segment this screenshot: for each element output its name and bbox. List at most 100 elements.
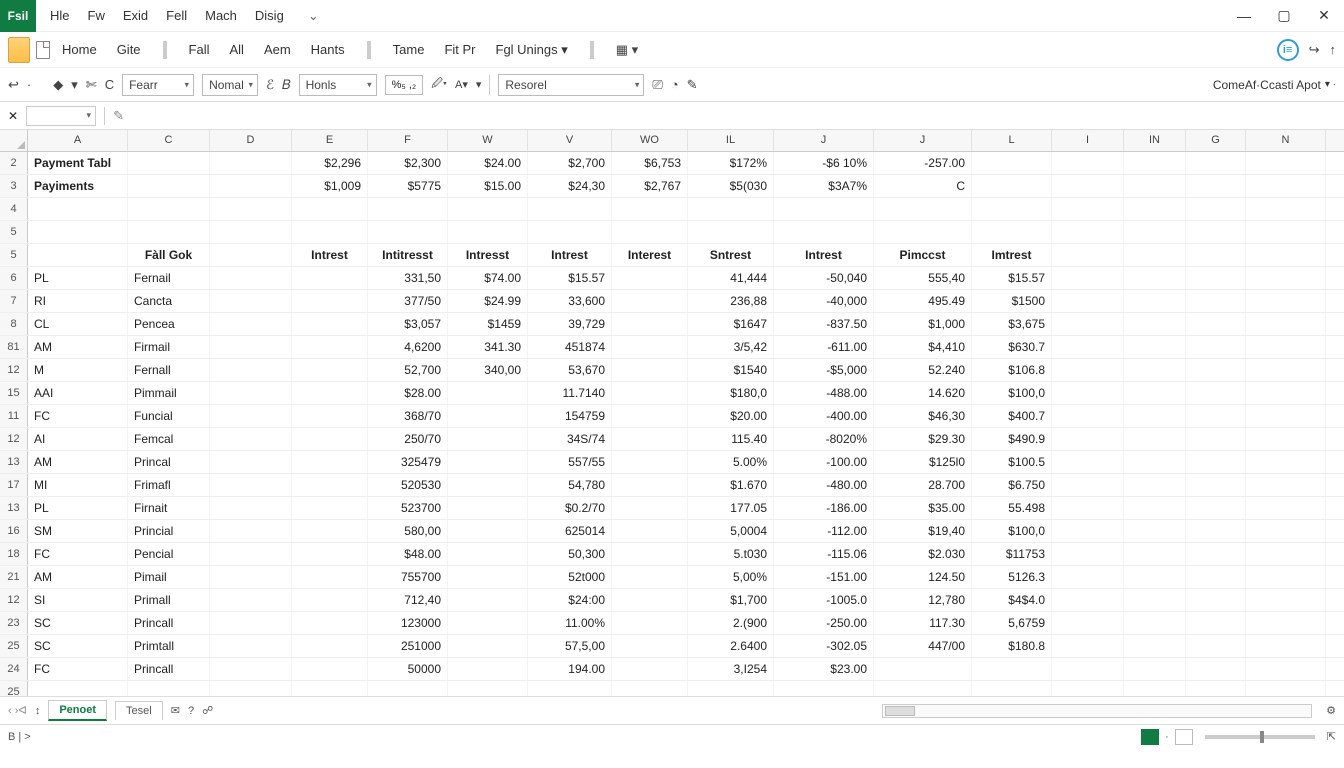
cell[interactable]: 520530	[368, 474, 448, 496]
cell[interactable]: -50,040	[774, 267, 874, 289]
cell[interactable]: Intrest	[774, 244, 874, 266]
cell[interactable]	[448, 658, 528, 680]
cell[interactable]	[448, 520, 528, 542]
title-menu-overflow-icon[interactable]: ⌄	[308, 8, 319, 24]
cell[interactable]	[1246, 543, 1326, 565]
cell[interactable]: MI	[28, 474, 128, 496]
cell[interactable]: -400.00	[774, 405, 874, 427]
row-header[interactable]: 13	[0, 497, 28, 519]
tab-all[interactable]: All	[227, 38, 245, 62]
cell[interactable]: Primtall	[128, 635, 210, 657]
cell[interactable]	[1246, 244, 1326, 266]
cell[interactable]	[1246, 198, 1326, 220]
cell[interactable]: 54,780	[528, 474, 612, 496]
cell[interactable]: $2,300	[368, 152, 448, 174]
cell[interactable]: $2,700	[528, 152, 612, 174]
colhead-J1[interactable]: J	[774, 130, 874, 151]
cell[interactable]: $1647	[688, 313, 774, 335]
cell[interactable]	[1246, 152, 1326, 174]
cell[interactable]	[1186, 359, 1246, 381]
cell[interactable]	[1052, 520, 1124, 542]
cell[interactable]	[210, 589, 292, 611]
cell[interactable]	[688, 221, 774, 243]
tab-fall[interactable]: Fall	[187, 38, 212, 62]
cell[interactable]: $23.00	[774, 658, 874, 680]
cell[interactable]	[1124, 474, 1186, 496]
cell[interactable]: Princial	[128, 520, 210, 542]
cell[interactable]	[1246, 221, 1326, 243]
cell[interactable]	[688, 681, 774, 696]
row-header[interactable]: 16	[0, 520, 28, 542]
cell[interactable]	[1124, 313, 1186, 335]
cell[interactable]: Pencea	[128, 313, 210, 335]
cell[interactable]: $172%	[688, 152, 774, 174]
cell[interactable]	[448, 612, 528, 634]
cell[interactable]	[1246, 290, 1326, 312]
cell[interactable]: Fàll Gok	[128, 244, 210, 266]
cell[interactable]	[1052, 428, 1124, 450]
cell[interactable]	[292, 543, 368, 565]
cell[interactable]	[1246, 520, 1326, 542]
cell[interactable]: -40,000	[774, 290, 874, 312]
cell[interactable]: Pimail	[128, 566, 210, 588]
cell[interactable]	[210, 313, 292, 335]
cell[interactable]	[1052, 635, 1124, 657]
cell[interactable]	[448, 543, 528, 565]
cell[interactable]	[1052, 612, 1124, 634]
cell[interactable]	[1246, 382, 1326, 404]
cell[interactable]	[292, 221, 368, 243]
cell[interactable]	[210, 681, 292, 696]
cell[interactable]	[874, 658, 972, 680]
cell[interactable]: 712,40	[368, 589, 448, 611]
cell[interactable]: -$5,000	[774, 359, 874, 381]
row-header[interactable]: 5	[0, 221, 28, 243]
cell[interactable]	[1186, 221, 1246, 243]
pen-icon[interactable]: ✎	[687, 77, 698, 93]
cell[interactable]	[1246, 635, 1326, 657]
cell[interactable]: SI	[28, 589, 128, 611]
cell[interactable]	[128, 198, 210, 220]
cell[interactable]	[1186, 474, 1246, 496]
colhead-J2[interactable]: J	[874, 130, 972, 151]
cell[interactable]	[1186, 566, 1246, 588]
cell[interactable]: $15.57	[528, 267, 612, 289]
cell[interactable]: $35.00	[874, 497, 972, 519]
cell[interactable]: -151.00	[774, 566, 874, 588]
cell[interactable]	[1246, 474, 1326, 496]
cell[interactable]: Pimmail	[128, 382, 210, 404]
cell[interactable]	[612, 359, 688, 381]
cell[interactable]: $5(030	[688, 175, 774, 197]
cell[interactable]: -112.00	[774, 520, 874, 542]
comment-icon[interactable]: ✉	[171, 704, 180, 717]
cell[interactable]	[448, 681, 528, 696]
cell[interactable]	[1186, 589, 1246, 611]
cell[interactable]	[292, 267, 368, 289]
cell[interactable]	[28, 681, 128, 696]
cell[interactable]	[28, 244, 128, 266]
cell[interactable]: 2.6400	[688, 635, 774, 657]
cell[interactable]: $106.8	[972, 359, 1052, 381]
cell[interactable]	[774, 681, 874, 696]
cell[interactable]	[292, 336, 368, 358]
cell[interactable]	[874, 221, 972, 243]
cell[interactable]	[1186, 267, 1246, 289]
cell[interactable]: $6.750	[972, 474, 1052, 496]
cell[interactable]: 341.30	[448, 336, 528, 358]
cell[interactable]: $180.8	[972, 635, 1052, 657]
cell[interactable]: Fernail	[128, 267, 210, 289]
cell[interactable]	[774, 198, 874, 220]
cell[interactable]	[128, 221, 210, 243]
cell[interactable]	[528, 198, 612, 220]
cell[interactable]	[1124, 451, 1186, 473]
cell[interactable]	[1124, 175, 1186, 197]
cell[interactable]: 33,600	[528, 290, 612, 312]
cell[interactable]	[1124, 405, 1186, 427]
cell[interactable]: Funcial	[128, 405, 210, 427]
cell[interactable]	[1246, 566, 1326, 588]
cell[interactable]: PL	[28, 497, 128, 519]
cell[interactable]: -480.00	[774, 474, 874, 496]
cell[interactable]	[612, 497, 688, 519]
cell[interactable]: 251000	[368, 635, 448, 657]
row-header[interactable]: 15	[0, 382, 28, 404]
cell[interactable]: $490.9	[972, 428, 1052, 450]
